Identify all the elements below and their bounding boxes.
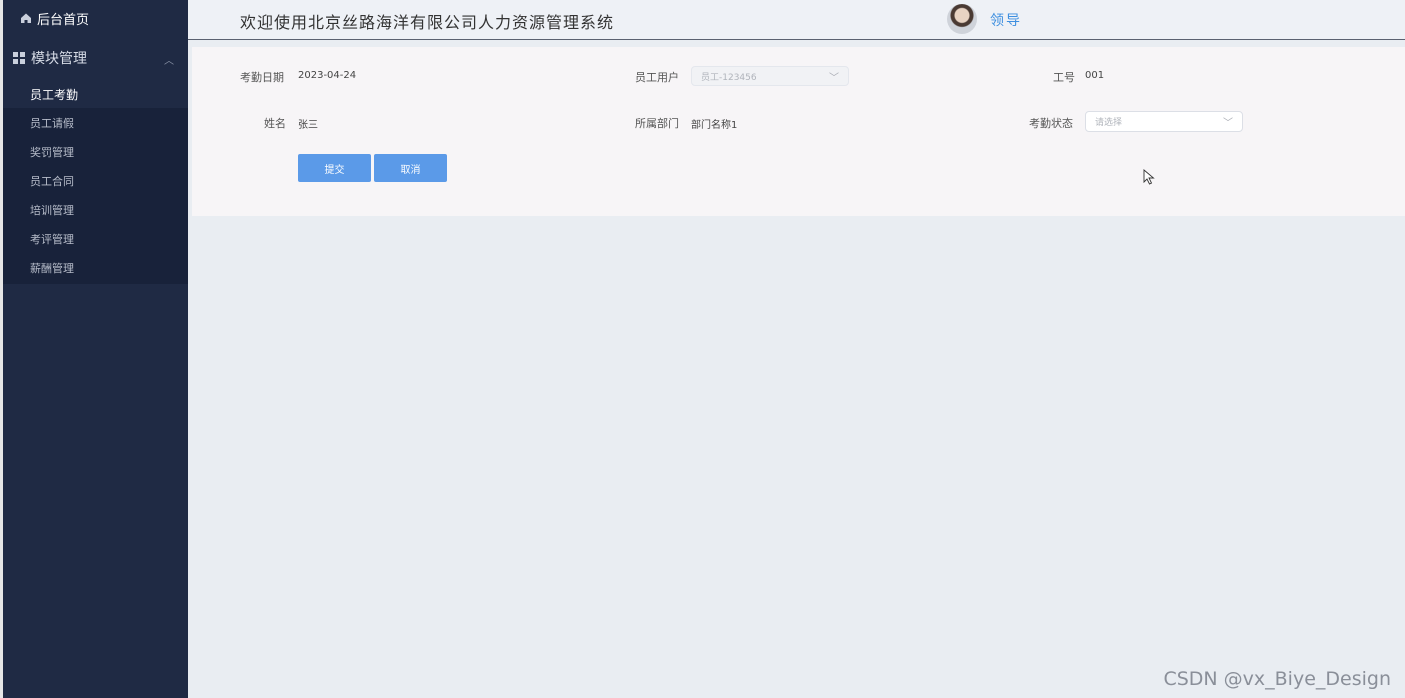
sidebar-item-training[interactable]: 培训管理 — [3, 195, 188, 224]
sidebar-item-rewards[interactable]: 奖罚管理 — [3, 137, 188, 166]
cancel-button[interactable]: 取消 — [374, 154, 447, 182]
sidebar-item-leave[interactable]: 员工请假 — [3, 108, 188, 137]
name-value: 张三 — [298, 120, 318, 131]
status-select-placeholder: 请选择 — [1095, 118, 1123, 128]
sidebar-submenu: 员工考勤 员工请假 奖罚管理 员工合同 培训管理 考评管理 薪酬管理 — [3, 80, 188, 284]
employee-id-label: 工号 — [1053, 71, 1075, 84]
user-name[interactable]: 领导 — [990, 10, 1022, 30]
avatar[interactable] — [947, 4, 977, 34]
sidebar-item-label: 员工合同 — [30, 174, 74, 188]
top-header: 欢迎使用北京丝路海洋有限公司人力资源管理系统 领导 — [188, 0, 1405, 40]
submit-button[interactable]: 提交 — [298, 154, 371, 182]
sidebar-item-home[interactable]: 后台首页 — [3, 0, 188, 36]
page-title: 欢迎使用北京丝路海洋有限公司人力资源管理系统 — [240, 13, 615, 32]
department-value: 部门名称1 — [691, 120, 738, 131]
chevron-down-icon: ﹀ — [829, 73, 839, 84]
sidebar-item-label: 员工请假 — [30, 116, 74, 130]
sidebar-item-evaluation[interactable]: 考评管理 — [3, 224, 188, 253]
sidebar-group-modules[interactable]: 模块管理 ︿ — [3, 40, 188, 76]
mouse-cursor-icon — [1143, 169, 1155, 185]
department-label: 所属部门 — [635, 117, 679, 130]
status-select[interactable]: 请选择 ﹀ — [1085, 111, 1243, 132]
sidebar-item-label: 薪酬管理 — [30, 261, 74, 275]
sidebar-item-attendance[interactable]: 员工考勤 — [3, 80, 188, 108]
user-select: 员工-123456 ﹀ — [691, 66, 849, 86]
chevron-down-icon: ﹀ — [1223, 118, 1233, 129]
user-select-value: 员工-123456 — [701, 72, 757, 83]
employee-id-value: 001 — [1085, 70, 1105, 81]
name-label: 姓名 — [264, 117, 286, 130]
sidebar-item-label: 员工考勤 — [30, 87, 79, 102]
grid-icon — [13, 52, 25, 64]
date-label: 考勤日期 — [240, 71, 284, 84]
sidebar-item-salary[interactable]: 薪酬管理 — [3, 253, 188, 282]
home-icon — [19, 11, 33, 25]
sidebar-home-label: 后台首页 — [37, 12, 90, 28]
sidebar-item-label: 奖罚管理 — [30, 145, 74, 159]
chevron-up-icon: ︿ — [164, 56, 174, 67]
sidebar-item-label: 考评管理 — [30, 232, 74, 246]
date-value: 2023-04-24 — [298, 70, 357, 81]
sidebar-item-label: 培训管理 — [30, 203, 74, 217]
status-label: 考勤状态 — [1029, 117, 1073, 130]
main-content: 考勤日期 2023-04-24 员工用户 员工-123456 ﹀ 工号 001 … — [188, 40, 1405, 698]
sidebar: 后台首页 模块管理 ︿ 员工考勤 员工请假 奖罚管理 员工合同 培训管理 考评管… — [3, 0, 188, 698]
sidebar-group-label: 模块管理 — [31, 51, 87, 67]
app-frame: 后台首页 模块管理 ︿ 员工考勤 员工请假 奖罚管理 员工合同 培训管理 考评管… — [0, 0, 1405, 698]
sidebar-item-contracts[interactable]: 员工合同 — [3, 166, 188, 195]
attendance-form: 考勤日期 2023-04-24 员工用户 员工-123456 ﹀ 工号 001 … — [192, 47, 1405, 216]
user-label: 员工用户 — [635, 71, 679, 84]
watermark: CSDN @vx_Biye_Design — [1163, 668, 1391, 690]
